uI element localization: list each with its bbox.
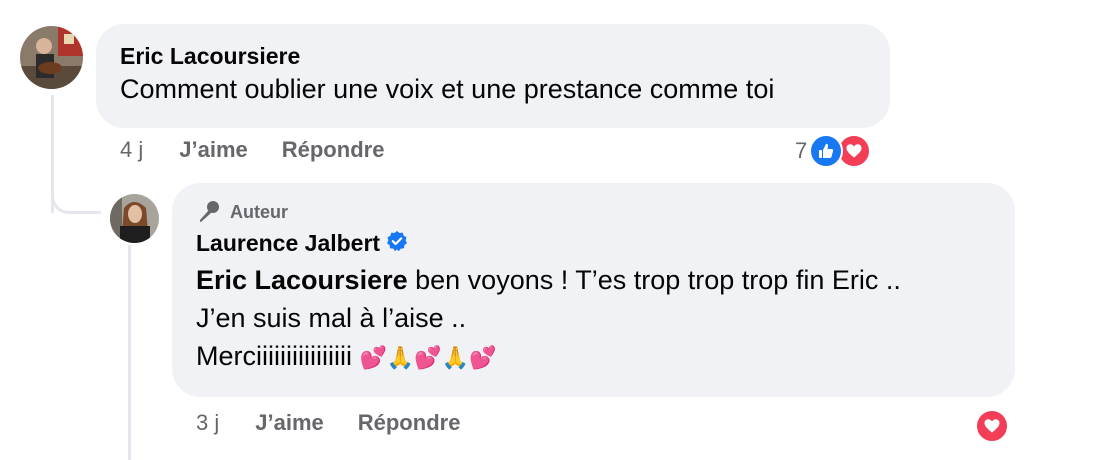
mention-link[interactable]: Eric Lacoursiere	[196, 265, 408, 295]
like-button[interactable]: J’aime	[255, 410, 324, 436]
reply-line-3-row: Merciiiiiiiiiiiiiiii 💕🙏💕🙏💕	[196, 337, 991, 378]
like-button[interactable]: J’aime	[179, 137, 248, 163]
two-hearts-icon: 💕	[469, 346, 497, 371]
reply-author[interactable]: Laurence Jalbert	[196, 229, 380, 257]
comment-text: Comment oublier une voix et une prestanc…	[120, 74, 775, 104]
comment-actions: 4 j J’aime Répondre	[120, 137, 418, 163]
reply-line-2: J’en suis mal à l’aise ..	[196, 303, 467, 333]
two-hearts-icon: 💕	[414, 346, 442, 371]
comment-bubble: Eric Lacoursiere Comment oublier une voi…	[96, 24, 890, 128]
reply-line-3: Merciiiiiiiiiiiiiiii	[196, 341, 352, 371]
reply-button[interactable]: Répondre	[282, 137, 385, 163]
folded-hands-icon: 🙏	[386, 346, 415, 371]
reaction-summary[interactable]	[975, 409, 1009, 443]
reaction-count: 7	[795, 138, 808, 163]
reply-bubble: Auteur Laurence Jalbert Eric Lacoursiere…	[172, 183, 1015, 397]
reaction-summary[interactable]: 7	[795, 134, 872, 168]
like-icon	[809, 134, 844, 168]
reply-button[interactable]: Répondre	[358, 410, 461, 436]
comment-timestamp[interactable]: 4 j	[120, 137, 143, 163]
reply-timestamp[interactable]: 3 j	[196, 410, 219, 436]
reply-text: Eric Lacoursiere ben voyons ! T’es trop …	[196, 261, 991, 299]
avatar[interactable]	[110, 194, 159, 243]
comment-author[interactable]: Eric Lacoursiere	[120, 42, 866, 70]
reply-line-1: ben voyons ! T’es trop trop trop fin Eri…	[407, 265, 901, 295]
love-icon	[975, 409, 1009, 443]
author-badge-label: Auteur	[230, 201, 288, 222]
microphone-icon	[196, 199, 222, 225]
author-badge: Auteur	[196, 199, 991, 225]
two-hearts-icon: 💕	[359, 346, 387, 371]
folded-hands-icon: 🙏	[441, 346, 470, 371]
verified-badge-icon	[386, 230, 408, 257]
thread-line	[128, 245, 131, 460]
reply-actions: 3 j J’aime Répondre	[196, 410, 494, 436]
thread-connector	[51, 180, 101, 214]
avatar[interactable]	[20, 26, 83, 89]
